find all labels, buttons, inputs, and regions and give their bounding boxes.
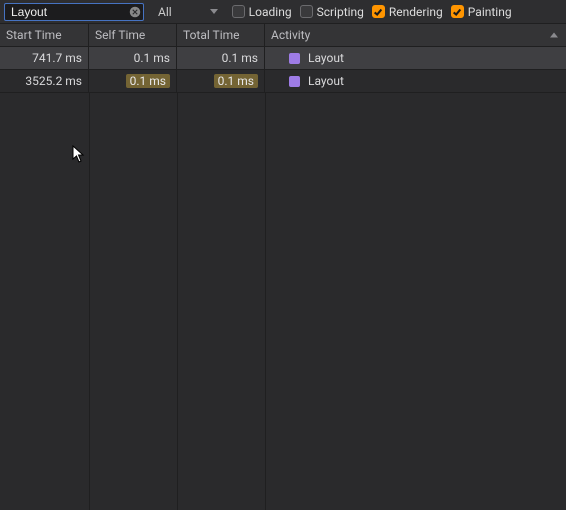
column-header-total[interactable]: Total Time [177, 24, 265, 46]
category-loading[interactable]: Loading [232, 5, 292, 19]
clear-filter-icon[interactable] [128, 5, 142, 19]
cell-total-time: 0.1 ms [177, 47, 265, 69]
activity-color-swatch [289, 76, 300, 87]
category-scripting[interactable]: Scripting [300, 5, 364, 19]
checkbox-icon [451, 5, 464, 18]
table-body: 741.7 ms0.1 ms0.1 msLayout3525.2 ms0.1 m… [0, 47, 566, 510]
category-loading-label: Loading [249, 5, 292, 19]
table-row[interactable]: 741.7 ms0.1 ms0.1 msLayout [0, 47, 566, 70]
cell-activity: Layout [265, 70, 566, 92]
activity-label: Layout [308, 51, 344, 65]
category-rendering[interactable]: Rendering [372, 5, 443, 19]
filter-wrapper [4, 3, 144, 21]
scope-dropdown[interactable]: All [152, 3, 224, 21]
sort-ascending-icon [550, 33, 558, 38]
checkbox-icon [372, 5, 385, 18]
checkbox-icon [232, 5, 245, 18]
column-header-self[interactable]: Self Time [89, 24, 177, 46]
cell-self-time: 0.1 ms [89, 47, 177, 69]
cell-start-time: 3525.2 ms [0, 70, 89, 92]
category-painting-label: Painting [468, 5, 512, 19]
checkbox-icon [300, 5, 313, 18]
activity-label: Layout [308, 74, 344, 88]
category-rendering-label: Rendering [389, 5, 443, 19]
category-painting[interactable]: Painting [451, 5, 512, 19]
category-scripting-label: Scripting [317, 5, 364, 19]
cell-start-time: 741.7 ms [0, 47, 89, 69]
cell-self-time: 0.1 ms [89, 70, 177, 92]
column-header-activity-label: Activity [271, 28, 310, 42]
column-header-activity[interactable]: Activity [265, 24, 566, 46]
activity-color-swatch [289, 53, 300, 64]
toolbar: All Loading Scripting Rendering Painting [0, 0, 566, 24]
scope-selected-label: All [158, 5, 172, 19]
cell-activity: Layout [265, 47, 566, 69]
table-row[interactable]: 3525.2 ms0.1 ms0.1 msLayout [0, 70, 566, 93]
filter-input[interactable] [4, 3, 144, 21]
column-header-start[interactable]: Start Time [0, 24, 89, 46]
cell-total-time: 0.1 ms [177, 70, 265, 92]
table-header: Start Time Self Time Total Time Activity [0, 24, 566, 47]
chevron-down-icon [210, 9, 218, 14]
